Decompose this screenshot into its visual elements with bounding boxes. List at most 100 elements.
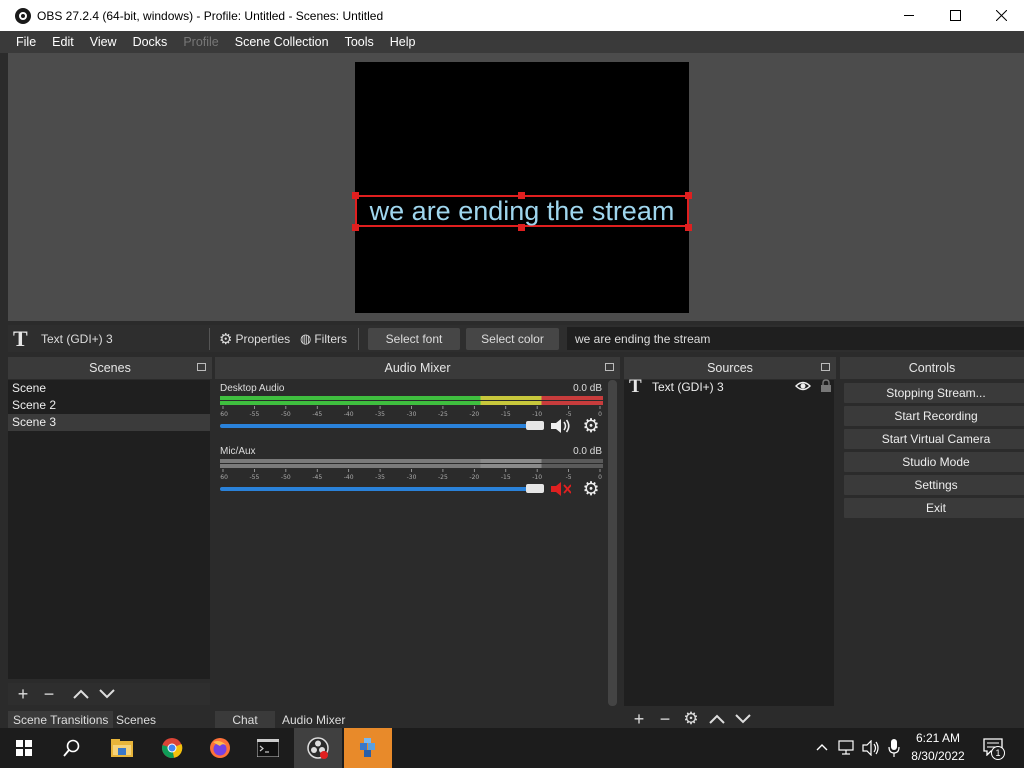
remove-icon[interactable]: − — [36, 683, 62, 705]
meter-tick-label: -60 — [220, 411, 228, 418]
desktop-audio-db: 0.0 dB — [573, 383, 602, 394]
properties-button[interactable]: ⚙ Properties — [219, 328, 290, 350]
menu-scene-collection[interactable]: Scene Collection — [227, 31, 337, 53]
menu-tools[interactable]: Tools — [337, 31, 382, 53]
lock-icon[interactable] — [820, 379, 832, 396]
text-source-icon: T — [13, 325, 28, 351]
resize-handle[interactable] — [685, 192, 692, 199]
close-button[interactable] — [978, 0, 1024, 31]
microphone-icon[interactable] — [888, 738, 900, 761]
speaker-icon[interactable] — [549, 416, 571, 436]
meter-tick-label: -45 — [312, 411, 322, 418]
select-font-button[interactable]: Select font — [368, 328, 460, 350]
scene-item[interactable]: Scene — [8, 380, 210, 397]
menu-file[interactable]: File — [8, 31, 44, 53]
tab-scene-transitions[interactable]: Scene Transitions — [8, 711, 114, 729]
source-item[interactable]: T Text (GDI+) 3 — [624, 376, 834, 397]
filters-icon: ◍ — [300, 331, 312, 346]
tab-audio-mixer[interactable]: Audio Mixer — [277, 711, 350, 729]
text-input[interactable]: we are ending the stream — [567, 327, 1024, 350]
audio-mixer-scrollbar[interactable] — [608, 380, 617, 706]
resize-handle[interactable] — [518, 192, 525, 199]
app-taskbar-icon[interactable] — [344, 728, 392, 768]
remove-icon[interactable]: − — [652, 708, 678, 730]
meter-tick-label: -60 — [220, 474, 228, 481]
move-up-icon[interactable] — [68, 683, 94, 705]
chrome-icon[interactable] — [148, 728, 196, 768]
mic-aux-meter-2 — [220, 464, 603, 468]
preview-area: we are ending the stream — [8, 53, 1024, 321]
meter-tick-label: -30 — [407, 411, 417, 418]
window-title: OBS 27.2.4 (64-bit, windows) - Profile: … — [37, 8, 384, 23]
eye-icon[interactable] — [795, 380, 811, 395]
add-icon[interactable]: + — [10, 683, 36, 705]
undock-icon[interactable] — [821, 363, 830, 371]
controls-dock: Controls Stopping Stream... Start Record… — [840, 357, 1024, 709]
notification-icon[interactable]: 1 — [983, 738, 1007, 760]
scenes-toolbar: + − — [8, 683, 210, 705]
desktop-audio-volume-slider[interactable] — [220, 424, 530, 428]
add-icon[interactable]: + — [626, 708, 652, 730]
gear-icon[interactable]: ⚙ — [580, 479, 602, 500]
clock-date[interactable]: 8/30/2022 — [906, 749, 970, 763]
start-button[interactable] — [0, 728, 48, 768]
mic-aux-slider-handle[interactable] — [526, 484, 544, 493]
move-up-icon[interactable] — [704, 708, 730, 730]
menu-help[interactable]: Help — [382, 31, 424, 53]
meter-tick-label: -55 — [250, 474, 260, 481]
preview-text[interactable]: we are ending the stream — [356, 195, 688, 227]
move-down-icon[interactable] — [730, 708, 756, 730]
meter-tick-label: -15 — [501, 411, 511, 418]
network-icon[interactable] — [838, 740, 856, 759]
title-bar: OBS 27.2.4 (64-bit, windows) - Profile: … — [0, 0, 1024, 31]
stop-streaming-button[interactable]: Stopping Stream... — [844, 383, 1024, 403]
tab-scenes[interactable]: Scenes — [111, 711, 161, 729]
start-recording-button[interactable]: Start Recording — [844, 406, 1024, 426]
search-icon[interactable] — [48, 728, 96, 768]
show-hidden-icons[interactable] — [816, 741, 828, 755]
tab-chat[interactable]: Chat — [215, 711, 275, 729]
muted-speaker-icon[interactable] — [549, 479, 571, 499]
maximize-button[interactable] — [932, 0, 978, 31]
clock-time[interactable]: 6:21 AM — [906, 731, 970, 745]
terminal-icon[interactable] — [244, 728, 292, 768]
properties-label: Properties — [235, 332, 291, 346]
filters-label: Filters — [314, 332, 348, 346]
menu-profile[interactable]: Profile — [175, 31, 226, 53]
sources-dock: Sources T Text (GDI+) 3 + − ⚙ — [624, 357, 836, 730]
mic-aux-meter — [220, 459, 603, 463]
desktop-audio-slider-handle[interactable] — [526, 421, 544, 430]
resize-handle[interactable] — [685, 224, 692, 231]
firefox-icon[interactable] — [196, 728, 244, 768]
studio-mode-button[interactable]: Studio Mode — [844, 452, 1024, 472]
mic-aux-volume-slider[interactable] — [220, 487, 530, 491]
menu-view[interactable]: View — [82, 31, 125, 53]
desktop-audio-meter-2 — [220, 401, 603, 405]
meter-tick-label: -20 — [469, 474, 479, 481]
resize-handle[interactable] — [352, 192, 359, 199]
resize-handle[interactable] — [352, 224, 359, 231]
file-explorer-icon[interactable] — [98, 728, 146, 768]
move-down-icon[interactable] — [94, 683, 120, 705]
scene-item[interactable]: Scene 3 — [8, 414, 210, 431]
menu-docks[interactable]: Docks — [125, 31, 176, 53]
scene-item[interactable]: Scene 2 — [8, 397, 210, 414]
volume-icon[interactable] — [862, 739, 880, 759]
exit-button[interactable]: Exit — [844, 498, 1024, 518]
undock-icon[interactable] — [197, 363, 206, 371]
gear-icon[interactable]: ⚙ — [580, 416, 602, 437]
preview-canvas[interactable]: we are ending the stream — [352, 62, 692, 313]
meter-tick-label: -10 — [532, 474, 542, 481]
meter-tick-label: -45 — [312, 474, 322, 481]
start-virtual-camera-button[interactable]: Start Virtual Camera — [844, 429, 1024, 449]
undock-icon[interactable] — [605, 363, 614, 371]
minimize-button[interactable] — [886, 0, 932, 31]
select-color-button[interactable]: Select color — [466, 328, 559, 350]
gear-icon[interactable]: ⚙ — [678, 708, 704, 730]
obs-taskbar-icon[interactable] — [294, 728, 342, 768]
settings-button[interactable]: Settings — [844, 475, 1024, 495]
menu-edit[interactable]: Edit — [44, 31, 82, 53]
filters-button[interactable]: ◍ Filters — [300, 328, 347, 350]
resize-handle[interactable] — [518, 224, 525, 231]
meter-tick-label: -40 — [344, 474, 354, 481]
